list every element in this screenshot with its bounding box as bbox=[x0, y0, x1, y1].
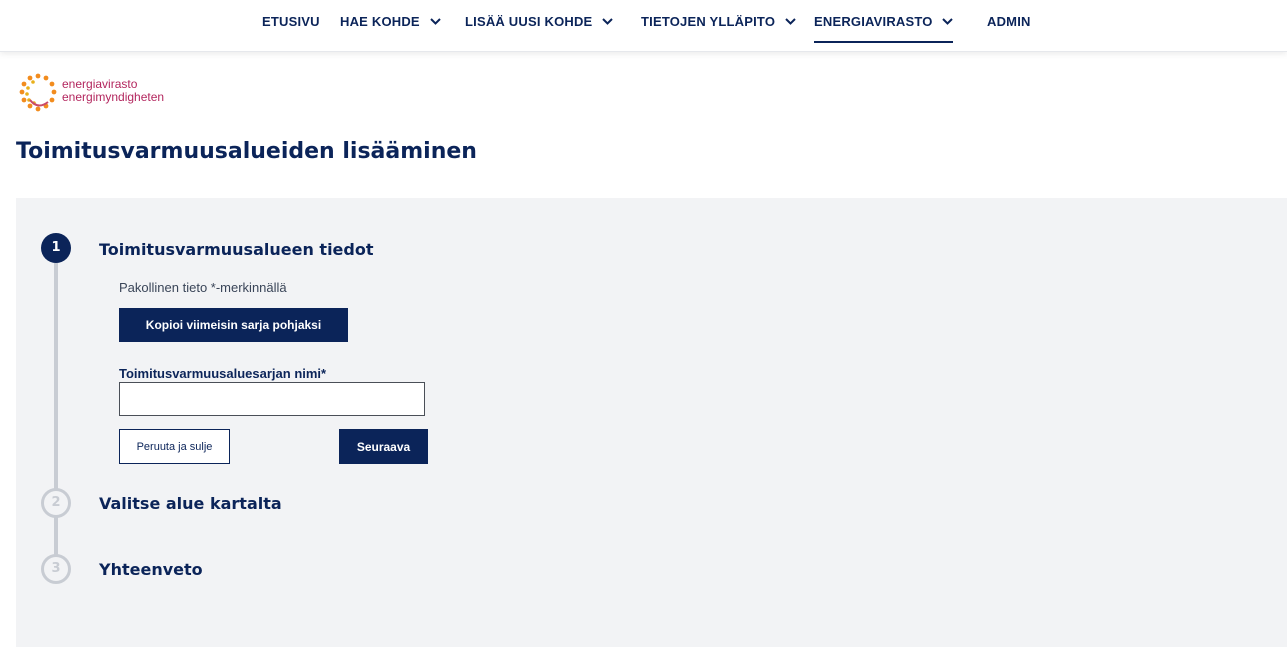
chevron-down-icon bbox=[429, 18, 441, 25]
logo-line-2: energimyndigheten bbox=[62, 90, 165, 104]
nav-item-etusivu[interactable]: ETUSIVU bbox=[262, 14, 320, 42]
logo-text: energiavirasto energimyndigheten bbox=[62, 78, 164, 104]
series-name-input[interactable] bbox=[119, 382, 425, 416]
step-1-indicator: 1 bbox=[41, 233, 71, 263]
step-2-title: Valitse alue kartalta bbox=[99, 494, 282, 513]
nav-item-label: TIETOJEN YLLÄPITO bbox=[641, 14, 776, 29]
step-2-indicator: 2 bbox=[41, 488, 71, 518]
nav-item-lisaa-uusi-kohde[interactable]: LISÄÄ UUSI KOHDE bbox=[465, 14, 613, 42]
page-title: Toimitusvarmuusalueiden lisääminen bbox=[16, 139, 477, 164]
step-1-title: Toimitusvarmuusalueen tiedot bbox=[99, 240, 374, 259]
step-3-indicator: 3 bbox=[41, 554, 71, 584]
cancel-and-close-button[interactable]: Peruuta ja sulje bbox=[119, 429, 230, 464]
chevron-down-icon bbox=[602, 18, 613, 25]
chevron-down-icon bbox=[942, 18, 954, 25]
nav-item-admin[interactable]: ADMIN bbox=[987, 14, 1031, 42]
nav-item-label: ADMIN bbox=[987, 14, 1031, 29]
chevron-down-icon bbox=[785, 18, 796, 25]
nav-item-label: ENERGIAVIRASTO bbox=[814, 14, 933, 29]
top-navigation: ETUSIVU HAE KOHDE LISÄÄ UUSI KOHDE TIETO… bbox=[0, 0, 1287, 52]
nav-item-label: HAE KOHDE bbox=[340, 14, 420, 29]
nav-item-tietojen-yllapito[interactable]: TIETOJEN YLLÄPITO bbox=[641, 14, 796, 42]
step-3-title: Yhteenveto bbox=[99, 560, 203, 579]
nav-item-label: ETUSIVU bbox=[262, 14, 320, 29]
sun-logo-icon bbox=[19, 73, 57, 112]
energiavirasto-logo[interactable]: energiavirasto energimyndigheten bbox=[18, 72, 198, 116]
copy-latest-series-button[interactable]: Kopioi viimeisin sarja pohjaksi bbox=[119, 308, 348, 342]
series-name-label: Toimitusvarmuusaluesarjan nimi* bbox=[119, 366, 327, 381]
required-field-note: Pakollinen tieto *-merkinnällä bbox=[119, 280, 287, 295]
nav-item-label: LISÄÄ UUSI KOHDE bbox=[465, 14, 593, 29]
wizard-panel bbox=[16, 198, 1287, 647]
nav-item-hae-kohde[interactable]: HAE KOHDE bbox=[340, 14, 441, 42]
nav-item-energiavirasto[interactable]: ENERGIAVIRASTO bbox=[814, 14, 954, 43]
next-button[interactable]: Seuraava bbox=[339, 429, 428, 464]
